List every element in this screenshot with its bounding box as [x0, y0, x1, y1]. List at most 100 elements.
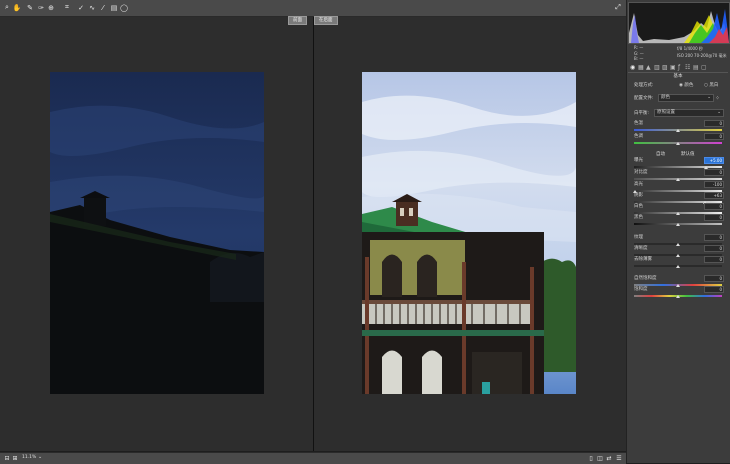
wb-label: 白平衡:: [634, 111, 650, 116]
top-toolbar: ⌕ ✋ ✎ ✑ ⊕ ⌗ ✓ ∿ ⁄ ▤ ◯ ⤢: [0, 0, 626, 17]
histogram: [628, 2, 730, 44]
clarity-label: 清晰度: [634, 246, 648, 251]
treatment-row: 处理方式: ◉ 颜色 ○ 黑白: [634, 82, 724, 89]
whites-value[interactable]: 0: [704, 203, 724, 210]
basic-panel-title: 基本: [673, 74, 683, 79]
exif-line1: f/8 1/4000 秒: [677, 46, 703, 51]
saturation-thumb[interactable]: [676, 295, 680, 298]
dehaze-thumb[interactable]: [676, 265, 680, 268]
tab-tone-curve-icon[interactable]: ▦: [638, 64, 644, 71]
treatment-label: 处理方式:: [634, 83, 654, 88]
whites-label: 白色: [634, 204, 643, 209]
exif-line2: ISO 200 70-200@70 毫米: [677, 53, 727, 58]
saturation-value[interactable]: 0: [704, 286, 724, 293]
vibrance-value[interactable]: 0: [704, 275, 724, 282]
temp-thumb[interactable]: [676, 129, 680, 132]
tab-lens-icon[interactable]: ▣: [670, 64, 676, 71]
clarity-value[interactable]: 0: [704, 245, 724, 252]
tab-effects-icon[interactable]: ƒ: [678, 64, 680, 71]
brush-icon[interactable]: ⁄: [99, 3, 107, 12]
exposure-row: 曝光 +5.00: [634, 157, 724, 164]
texture-value[interactable]: 0: [704, 234, 724, 241]
tint-label: 色调: [634, 134, 643, 139]
temp-row: 色温 0: [634, 120, 724, 127]
temp-label: 色温: [634, 121, 643, 126]
wb-select[interactable]: 原照设置 ⌄: [654, 109, 724, 117]
view-swap-icon[interactable]: ⇄: [605, 454, 613, 463]
blacks-thumb[interactable]: [676, 223, 680, 226]
tab-hsl-icon[interactable]: ▥: [654, 64, 660, 71]
white-balance-icon[interactable]: ✎: [26, 3, 34, 12]
zoom-dropdown-icon[interactable]: ⌄: [38, 454, 42, 460]
view-settings-icon[interactable]: ☰: [615, 454, 623, 463]
vibrance-row: 自然饱和度 0: [634, 275, 724, 282]
after-label[interactable]: 在后面: [314, 16, 338, 25]
tab-split-toning-icon[interactable]: ▨: [662, 64, 668, 71]
before-label[interactable]: 前面: [288, 16, 307, 25]
texture-label: 纹理: [634, 235, 643, 240]
profile-row: 配置文件: 颜色 ⌄ ⁘: [634, 94, 724, 102]
texture-row: 纹理 0: [634, 234, 724, 241]
zoom-level[interactable]: 11.1%: [22, 455, 36, 460]
tab-snapshots-icon[interactable]: ▢: [701, 64, 707, 71]
blacks-value[interactable]: 0: [704, 214, 724, 221]
contrast-row: 对比度 0: [634, 169, 724, 176]
profile-label: 配置文件:: [634, 96, 654, 101]
radial-filter-icon[interactable]: ◯: [120, 3, 128, 12]
before-photo: [50, 72, 264, 394]
temp-value[interactable]: 0: [704, 120, 724, 127]
shadows-label: 阴影: [634, 193, 643, 198]
treatment-bw-radio[interactable]: ○ 黑白: [704, 82, 718, 88]
fullscreen-icon[interactable]: ⤢: [614, 3, 622, 12]
profile-select[interactable]: 颜色 ⌄: [658, 94, 714, 102]
view-split-icon[interactable]: ◫: [596, 454, 604, 463]
shadows-row: 阴影 +63: [634, 192, 724, 199]
exposure-slider[interactable]: [634, 166, 722, 168]
after-photo: [362, 72, 576, 394]
dehaze-value[interactable]: 0: [704, 256, 724, 263]
panel-tabs: ◉ ▦ ▲ ▥ ▨ ▣ ƒ ☷ ▤ ▢: [628, 64, 728, 73]
saturation-row: 饱和度 0: [634, 286, 724, 293]
shadows-value[interactable]: +63: [704, 192, 724, 199]
profile-browser-icon[interactable]: ⁘: [715, 95, 720, 102]
whites-row: 白色 0: [634, 203, 724, 210]
wb-row: 白平衡: 原照设置 ⌄: [634, 109, 724, 117]
vibrance-label: 自然饱和度: [634, 276, 657, 281]
readout-b: B: —: [634, 56, 644, 61]
highlights-value[interactable]: -100: [704, 181, 724, 188]
zoom-in-icon[interactable]: ⊞: [11, 454, 19, 463]
view-single-icon[interactable]: ▯: [587, 454, 595, 463]
tab-calibration-icon[interactable]: ☷: [685, 64, 690, 71]
exposure-label: 曝光: [634, 158, 643, 163]
color-sampler-icon[interactable]: ✑: [37, 3, 45, 12]
tint-row: 色调 0: [634, 133, 724, 140]
split-divider: [313, 17, 314, 451]
highlights-row: 高光 -100: [634, 181, 724, 188]
exif-info: f/8 1/4000 秒 ISO 200 70-200@70 毫米: [677, 45, 727, 59]
tint-thumb[interactable]: [676, 142, 680, 145]
blacks-label: 黑色: [634, 215, 643, 220]
tab-detail-icon[interactable]: ▲: [646, 64, 651, 71]
blacks-row: 黑色 0: [634, 214, 724, 221]
crop-icon[interactable]: ⌗: [63, 3, 71, 12]
tint-value[interactable]: 0: [704, 133, 724, 140]
exposure-value[interactable]: +5.00: [704, 157, 724, 164]
tab-basic-icon[interactable]: ◉: [630, 64, 635, 71]
tab-presets-icon[interactable]: ▤: [693, 64, 699, 71]
targeted-adjust-icon[interactable]: ⊕: [47, 3, 55, 12]
spot-removal-icon[interactable]: ∿: [88, 3, 96, 12]
bottom-bar: ⊟ ⊞ 11.1% ⌄ ▯ ◫ ⇄ ☰: [0, 452, 626, 464]
graduated-filter-icon[interactable]: ▤: [110, 3, 118, 12]
highlights-label: 高光: [634, 182, 643, 187]
clarity-row: 清晰度 0: [634, 245, 724, 252]
zoom-out-icon[interactable]: ⊟: [3, 454, 11, 463]
hand-icon[interactable]: ✋: [13, 3, 22, 12]
contrast-value[interactable]: 0: [704, 169, 724, 176]
rgb-readout: R: — G: — B: —: [634, 45, 674, 62]
treatment-color-radio[interactable]: ◉ 颜色: [679, 82, 693, 88]
dehaze-label: 去除薄雾: [634, 257, 652, 262]
straighten-icon[interactable]: ✓: [77, 3, 85, 12]
saturation-label: 饱和度: [634, 287, 648, 292]
zoom-icon[interactable]: ⌕: [3, 3, 11, 12]
contrast-label: 对比度: [634, 170, 648, 175]
